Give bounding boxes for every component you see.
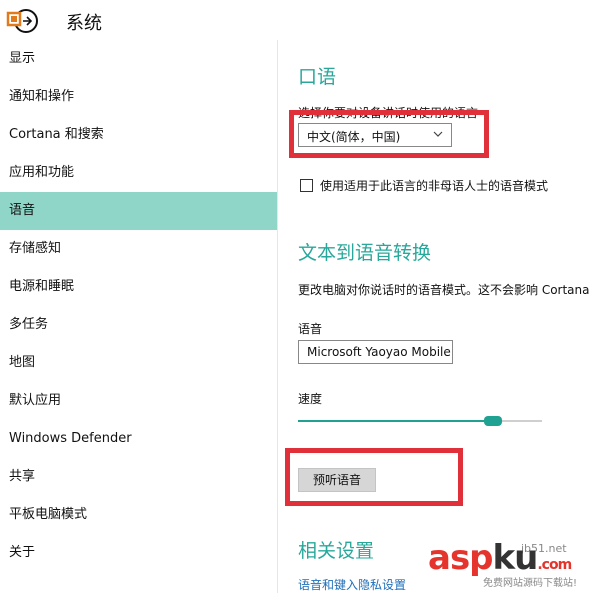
sidebar-item-display[interactable]: 显示 [0, 40, 277, 78]
sidebar-item-cortana-search[interactable]: Cortana 和搜索 [0, 116, 277, 154]
speech-privacy-link[interactable]: 语音和键入隐私设置 [298, 576, 406, 593]
sidebar-item-maps[interactable]: 地图 [0, 344, 277, 382]
nonnative-checkbox[interactable] [300, 179, 313, 192]
sidebar-item-windows-defender[interactable]: Windows Defender [0, 420, 277, 458]
window-title: 系统 [66, 13, 102, 34]
watermark-brand-com: .com [537, 557, 572, 573]
nonnative-label: 使用适用于此语言的非母语人士的语音模式 [320, 179, 549, 193]
sidebar-item-speech[interactable]: 语音 [0, 192, 277, 230]
speed-slider-fill [298, 420, 494, 422]
language-highlight-box [289, 110, 489, 158]
sidebar-item-tablet-mode[interactable]: 平板电脑模式 [0, 496, 277, 534]
sidebar-item-about[interactable]: 关于 [0, 534, 277, 572]
sidebar-item-multitasking[interactable]: 多任务 [0, 306, 277, 344]
tts-description: 更改电脑对你说话时的语音模式。这不会影响 Cortana [298, 283, 590, 297]
watermark-brand: aspku.com [428, 538, 572, 578]
speed-slider-thumb[interactable] [484, 416, 503, 426]
related-settings-heading: 相关设置 [298, 540, 375, 562]
preview-highlight-box [285, 448, 463, 506]
speed-label: 速度 [298, 392, 323, 406]
sidebar-item-power-sleep[interactable]: 电源和睡眠 [0, 268, 277, 306]
back-button[interactable] [2, 6, 42, 36]
watermark-brand-right: ku [492, 538, 539, 578]
voice-value: Microsoft Yaoyao Mobile [307, 345, 451, 359]
sidebar-item-share[interactable]: 共享 [0, 458, 277, 496]
voice-label: 语音 [298, 322, 323, 336]
sidebar-item-default-apps[interactable]: 默认应用 [0, 382, 277, 420]
sidebar-item-storage[interactable]: 存储感知 [0, 230, 277, 268]
watermark-tagline: 免费网站源码下载站! [483, 578, 578, 589]
tts-heading: 文本到语音转换 [298, 242, 432, 264]
sidebar-item-notifications[interactable]: 通知和操作 [0, 78, 277, 116]
title-bar: 系统 [0, 0, 595, 40]
settings-sidebar: 显示 通知和操作 Cortana 和搜索 应用和功能 语音 存储感知 电源和睡眠… [0, 40, 278, 593]
settings-home-icon [6, 9, 38, 33]
watermark-brand-left: asp [428, 538, 494, 578]
watermark-logo: jb51.net aspku.com 免费网站源码下载站! [428, 538, 595, 593]
speech-heading: 口语 [298, 66, 337, 88]
sidebar-item-apps-features[interactable]: 应用和功能 [0, 154, 277, 192]
speed-slider[interactable] [298, 416, 542, 426]
voice-select[interactable]: Microsoft Yaoyao Mobile [298, 340, 453, 364]
